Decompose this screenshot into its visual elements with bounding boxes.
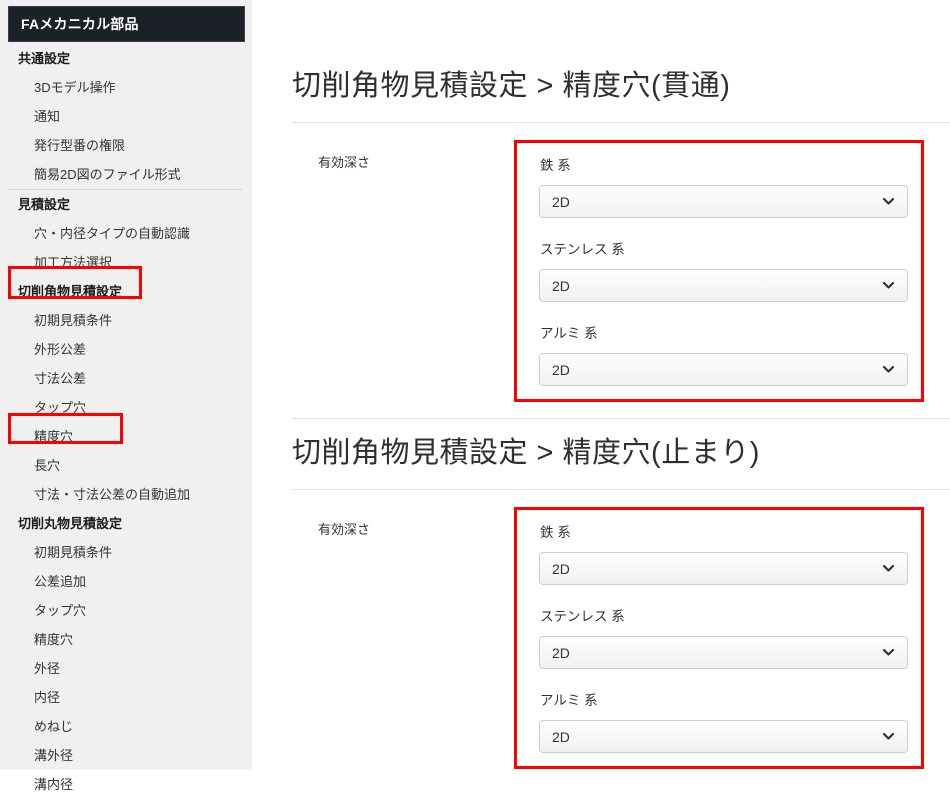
row-label-yuko-fukasa: 有効深さ	[318, 522, 371, 537]
sidebar-item-hakko-kataban-kengen[interactable]: 発行型番の権限	[0, 131, 252, 160]
aluminum-kei-depth-select-tomari[interactable]: 2D	[539, 720, 908, 753]
select-value: 2D	[552, 277, 570, 294]
chevron-down-icon	[883, 282, 894, 289]
sidebar-item-kani-2d-file-format[interactable]: 簡易2D図のファイル形式	[0, 160, 252, 189]
sidebar-item-shoki-mitsumori-1[interactable]: 初期見積条件	[0, 306, 252, 335]
annotation-box-fields-kantsu: 鉄 系 2D ステンレス 系 2D アルミ 系 2D	[514, 140, 924, 402]
sidebar-item-tap-ana-1[interactable]: タップ穴	[0, 393, 252, 422]
sidebar-item-seido-ana-1[interactable]: 精度穴	[0, 422, 252, 451]
title-divider	[292, 489, 950, 490]
section-divider	[292, 418, 950, 419]
field-group-stainless: ステンレス 系 2D	[539, 242, 908, 302]
main-content: 切削角物見積設定 > 精度穴(貫通) 有効深さ 鉄 系 2D ステンレス 系 2…	[292, 0, 950, 769]
chevron-down-icon	[883, 366, 894, 373]
sidebar-item-mizo-naikei[interactable]: 溝内径	[0, 770, 252, 799]
select-value: 2D	[552, 193, 570, 210]
sidebar-item-meneji[interactable]: めねじ	[0, 712, 252, 741]
sidebar-item-3d-model-sosa[interactable]: 3Dモデル操作	[0, 73, 252, 102]
sidebar-item-mizo-gaikei[interactable]: 溝外径	[0, 741, 252, 770]
chevron-down-icon	[883, 649, 894, 656]
field-group-aluminum: アルミ 系 2D	[539, 693, 908, 753]
form-row-tomari: 有効深さ 鉄 系 2D ステンレス 系 2D アルミ 系 2D	[292, 507, 950, 769]
field-group-stainless: ステンレス 系 2D	[539, 609, 908, 669]
chevron-down-icon	[883, 198, 894, 205]
field-label-tetsu-kei: 鉄 系	[540, 158, 571, 173]
select-value: 2D	[552, 361, 570, 378]
field-label-stainless-kei: ステンレス 系	[540, 609, 625, 624]
sidebar: FAメカニカル部品 共通設定 3Dモデル操作 通知 発行型番の権限 簡易2D図の…	[0, 0, 252, 792]
form-row-kantsu: 有効深さ 鉄 系 2D ステンレス 系 2D アルミ 系 2D	[292, 140, 950, 402]
row-label-yuko-fukasa: 有効深さ	[318, 155, 371, 170]
select-value: 2D	[552, 644, 570, 661]
tetsu-kei-depth-select[interactable]: 2D	[539, 185, 908, 218]
select-value: 2D	[552, 560, 570, 577]
page-title-kantsu: 切削角物見積設定 > 精度穴(貫通)	[292, 70, 731, 102]
sidebar-group-sessaku-kakumono[interactable]: 切削角物見積設定	[0, 277, 252, 306]
sidebar-item-gaikei[interactable]: 外径	[0, 654, 252, 683]
sidebar-item-sunpo-auto-tsuika[interactable]: 寸法・寸法公差の自動追加	[0, 480, 252, 509]
sidebar-item-naga-ana[interactable]: 長穴	[0, 451, 252, 480]
sidebar-item-gaikei-kosa[interactable]: 外形公差	[0, 335, 252, 364]
sidebar-item-tsuchi[interactable]: 通知	[0, 102, 252, 131]
sidebar-item-shoki-mitsumori-2[interactable]: 初期見積条件	[0, 538, 252, 567]
stainless-kei-depth-select-tomari[interactable]: 2D	[539, 636, 908, 669]
sidebar-item-naikei[interactable]: 内径	[0, 683, 252, 712]
field-group-tetsu: 鉄 系 2D	[539, 525, 908, 585]
sidebar-group-mitsumori-settei[interactable]: 見積設定	[0, 190, 252, 219]
chevron-down-icon	[883, 733, 894, 740]
aluminum-kei-depth-select[interactable]: 2D	[539, 353, 908, 386]
sidebar-item-sunpo-kosa[interactable]: 寸法公差	[0, 364, 252, 393]
page-title-tomari: 切削角物見積設定 > 精度穴(止まり)	[292, 437, 760, 469]
sidebar-group-sessaku-marumono[interactable]: 切削丸物見積設定	[0, 509, 252, 538]
sidebar-item-tap-ana-2[interactable]: タップ穴	[0, 596, 252, 625]
field-group-tetsu: 鉄 系 2D	[539, 158, 908, 218]
field-label-aluminum-kei: アルミ 系	[540, 693, 598, 708]
sidebar-item-kako-hoho-sentaku[interactable]: 加工方法選択	[0, 248, 252, 277]
stainless-kei-depth-select[interactable]: 2D	[539, 269, 908, 302]
sidebar-app-title[interactable]: FAメカニカル部品	[8, 6, 245, 42]
sidebar-group-kyotsu-settei[interactable]: 共通設定	[0, 44, 252, 73]
sidebar-item-kosa-tsuika[interactable]: 公差追加	[0, 567, 252, 596]
sidebar-item-ana-naikei-auto[interactable]: 穴・内径タイプの自動認識	[0, 219, 252, 248]
field-group-aluminum: アルミ 系 2D	[539, 326, 908, 386]
sidebar-nav: 共通設定 3Dモデル操作 通知 発行型番の権限 簡易2D図のファイル形式 見積設…	[0, 44, 252, 799]
select-value: 2D	[552, 728, 570, 745]
field-label-tetsu-kei: 鉄 系	[540, 525, 571, 540]
chevron-down-icon	[883, 565, 894, 572]
title-divider	[292, 122, 950, 123]
tetsu-kei-depth-select-tomari[interactable]: 2D	[539, 552, 908, 585]
field-label-aluminum-kei: アルミ 系	[540, 326, 598, 341]
field-label-stainless-kei: ステンレス 系	[540, 242, 625, 257]
annotation-box-fields-tomari: 鉄 系 2D ステンレス 系 2D アルミ 系 2D	[514, 507, 924, 769]
sidebar-item-seido-ana-2[interactable]: 精度穴	[0, 625, 252, 654]
